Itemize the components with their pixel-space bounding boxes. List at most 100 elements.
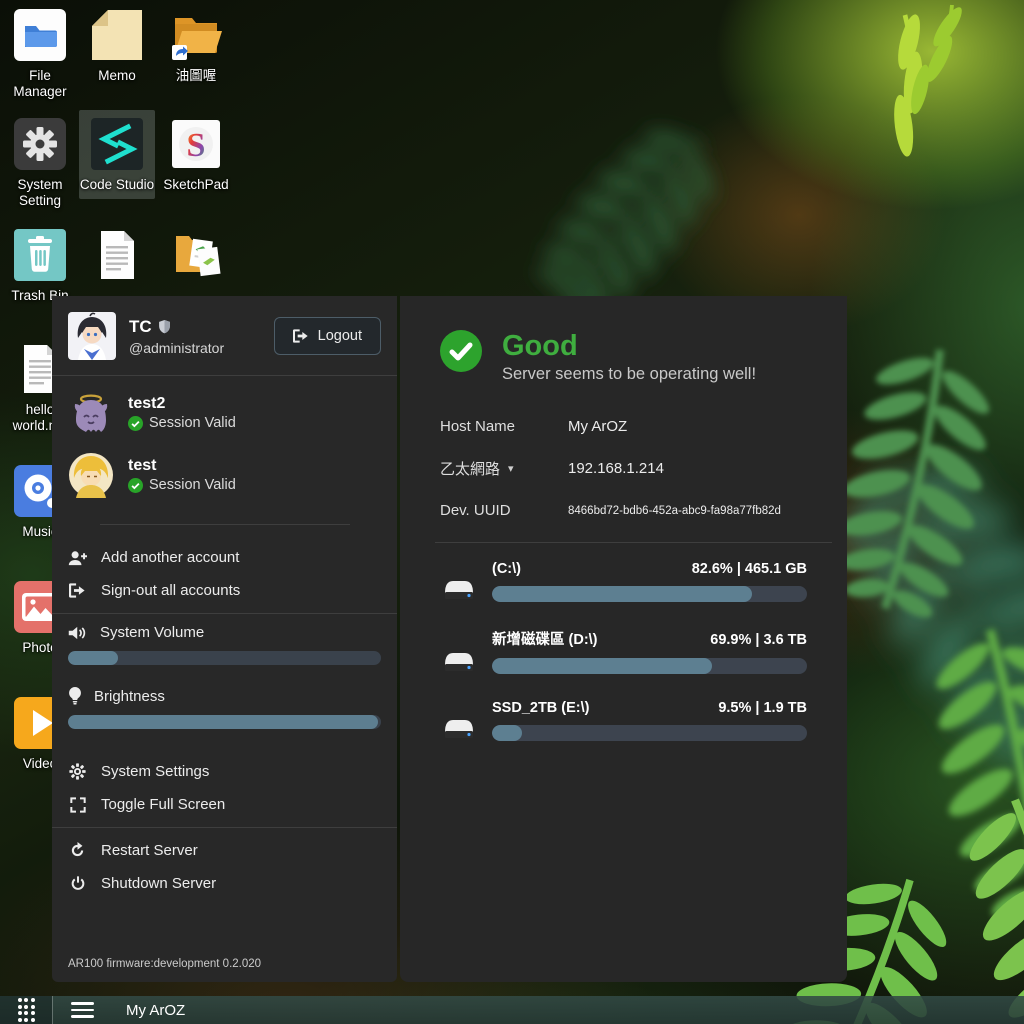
username: TC [129, 317, 152, 337]
volume-icon [68, 625, 88, 641]
admin-shield-icon [158, 319, 171, 334]
desktop-icon-sketchpad[interactable]: S SketchPad [158, 115, 234, 193]
document-icon [88, 226, 146, 284]
disk-usage: 69.9% | 3.6 TB [710, 632, 807, 648]
desktop-icon-memo[interactable]: Memo [79, 6, 155, 84]
disk-list: (C:\) 82.6% | 465.1 GB 新增磁碟區 (D:\) 69.9%… [440, 561, 807, 741]
divider [435, 542, 832, 543]
account-avatar-test [68, 452, 114, 498]
disk-usage-bar [492, 725, 807, 741]
desktop-icon-shortcut-folder[interactable]: 油圖喔 [158, 6, 234, 84]
desktop-icon-folder-files[interactable] [158, 226, 234, 288]
user-header: TC @administrator Logout [52, 296, 397, 375]
desktop-icon-trash-bin[interactable]: Trash Bin [2, 226, 78, 304]
brightness-label: Brightness [94, 688, 165, 705]
session-valid-icon [128, 478, 143, 493]
hdd-icon [440, 648, 478, 674]
system-settings-label: System Settings [101, 763, 209, 780]
icon-label: 油圖喔 [158, 68, 234, 84]
brightness-slider[interactable] [68, 715, 381, 729]
hostname-value: My ArOZ [568, 418, 627, 435]
file-manager-icon [11, 6, 69, 64]
shutdown-server-label: Shutdown Server [101, 875, 216, 892]
disk-row-e: SSD_2TB (E:\) 9.5% | 1.9 TB [440, 700, 807, 741]
user-identity: TC @administrator [129, 317, 224, 356]
logout-icon [293, 329, 309, 343]
account-avatar-test2 [68, 390, 114, 436]
sketchpad-icon: S [167, 115, 225, 173]
icon-label: File Manager [2, 68, 78, 101]
svg-text:S: S [187, 127, 206, 164]
volume-slider[interactable] [68, 651, 381, 665]
user-menu-panel: TC @administrator Logout [52, 296, 397, 982]
desktop-icon-code-studio[interactable]: Code Studio [79, 110, 155, 199]
disk-row-c: (C:\) 82.6% | 465.1 GB [440, 561, 807, 602]
signout-icon [68, 583, 87, 598]
status-headline: Good [502, 331, 756, 361]
system-actions: System Settings Toggle Full Screen [52, 743, 397, 827]
taskbar: My ArOZ [0, 996, 1024, 1024]
disk-name: (C:\) [492, 561, 521, 577]
shortcut-folder-icon [167, 6, 225, 64]
volume-block: System Volume [52, 614, 397, 679]
desktop-icon-document[interactable] [79, 226, 155, 288]
add-account-item[interactable]: Add another account [68, 541, 381, 574]
info-row-network: 乙太網路 ▾ 192.168.1.214 [440, 458, 807, 479]
disk-row-d: 新增磁碟區 (D:\) 69.9% | 3.6 TB [440, 628, 807, 674]
logout-label: Logout [318, 328, 362, 344]
hdd-icon [440, 576, 478, 602]
app-grid-icon [18, 998, 35, 1022]
volume-label: System Volume [100, 624, 204, 641]
user-handle: @administrator [129, 340, 224, 356]
account-info: test2 Session Valid [128, 395, 236, 431]
uuid-value: 8466bd72-bdb6-452a-abc9-fa98a77fb82d [568, 505, 781, 517]
power-actions: Restart Server Shutdown Server [52, 828, 397, 906]
icon-label: SketchPad [158, 177, 234, 193]
account-status: Session Valid [149, 477, 236, 493]
ip-address-value: 192.168.1.214 [568, 460, 664, 477]
account-row-test[interactable]: test Session Valid [68, 452, 381, 498]
brightness-bulb-icon [68, 687, 82, 705]
code-studio-icon [88, 115, 146, 173]
desktop-icon-system-setting[interactable]: System Setting [2, 115, 78, 210]
add-account-label: Add another account [101, 549, 239, 566]
volume-fill [68, 651, 118, 665]
disk-usage: 9.5% | 1.9 TB [718, 700, 807, 716]
folder-files-icon [167, 226, 225, 284]
disk-name: SSD_2TB (E:\) [492, 700, 590, 716]
session-valid-icon [128, 416, 143, 431]
uuid-label: Dev. UUID [440, 502, 511, 519]
toggle-fullscreen-label: Toggle Full Screen [101, 796, 225, 813]
icon-label: System Setting [2, 177, 78, 210]
taskbar-separator [52, 996, 53, 1024]
account-name: test [128, 457, 236, 475]
desktop-icon-file-manager[interactable]: File Manager [2, 6, 78, 101]
server-status-panel: Good Server seems to be operating well! … [400, 296, 847, 982]
shutdown-server-item[interactable]: Shutdown Server [68, 867, 381, 900]
trash-bin-icon [11, 226, 69, 284]
toggle-fullscreen-item[interactable]: Toggle Full Screen [68, 788, 381, 821]
disk-usage: 82.6% | 465.1 GB [692, 561, 807, 577]
account-info: test Session Valid [128, 457, 236, 493]
app-launcher-button[interactable] [0, 996, 52, 1024]
info-row-uuid: Dev. UUID 8466bd72-bdb6-452a-abc9-fa98a7… [440, 502, 807, 519]
account-list: test2 Session Valid [52, 376, 397, 514]
network-dropdown[interactable]: 乙太網路 ▾ [440, 458, 568, 479]
user-plus-icon [68, 550, 87, 566]
account-row-test2[interactable]: test2 Session Valid [68, 390, 381, 436]
disk-name: 新增磁碟區 (D:\) [492, 628, 598, 649]
divider [100, 524, 350, 525]
check-circle-icon [440, 330, 482, 372]
signout-all-label: Sign-out all accounts [101, 582, 240, 599]
brightness-block: Brightness [52, 679, 397, 743]
disk-usage-bar [492, 658, 807, 674]
disk-usage-fill [492, 658, 712, 674]
disk-usage-bar [492, 586, 807, 602]
logout-button[interactable]: Logout [274, 317, 381, 355]
icon-label: Memo [79, 68, 155, 84]
signout-all-item[interactable]: Sign-out all accounts [68, 574, 381, 607]
restart-server-item[interactable]: Restart Server [68, 834, 381, 867]
hamburger-menu-button[interactable] [67, 998, 98, 1022]
system-settings-item[interactable]: System Settings [68, 755, 381, 788]
user-avatar [68, 312, 116, 360]
